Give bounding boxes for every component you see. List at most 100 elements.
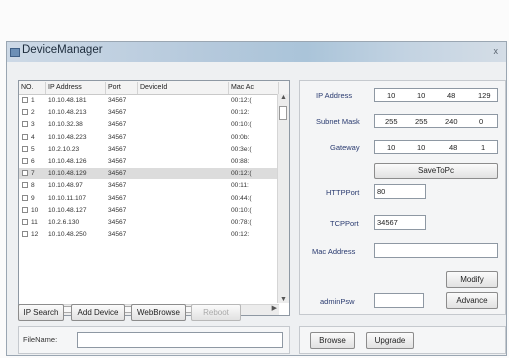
- table-row[interactable]: 11 10.2.6.130 34567 00:78:(: [19, 217, 279, 228]
- column-header-mac[interactable]: Mac Ac: [229, 82, 279, 94]
- subnet-mask-field[interactable]: 255 255 240 0: [374, 114, 498, 128]
- cell-port: 34567: [108, 145, 127, 153]
- ip-address-field[interactable]: 10 10 48 129: [374, 88, 498, 102]
- cell-ip: 10.10.32.38: [48, 121, 83, 129]
- row-checkbox[interactable]: [22, 182, 28, 189]
- browse-button[interactable]: Browse: [310, 332, 355, 349]
- device-manager-window: DeviceManager x NO. IP Address Port Devi…: [6, 41, 507, 356]
- cell-mac: 00:12:(: [231, 97, 252, 104]
- cell-mac: 00:0b:: [231, 133, 250, 141]
- close-icon[interactable]: x: [494, 46, 499, 56]
- column-header-no[interactable]: NO.: [19, 82, 46, 94]
- http-port-field[interactable]: 80: [374, 184, 426, 199]
- cell-port: 34567: [108, 121, 127, 129]
- upgrade-button[interactable]: Upgrade: [366, 332, 414, 349]
- vertical-scrollbar[interactable]: ▲ ▼: [277, 94, 289, 303]
- file-name-field[interactable]: [77, 332, 283, 348]
- row-checkbox[interactable]: [22, 231, 28, 238]
- cell-mac: 00:88:: [231, 158, 250, 165]
- cell-ip: 10.10.48.213: [48, 109, 87, 117]
- cell-ip: 10.10.48.181: [48, 97, 87, 104]
- cell-port: 34567: [108, 206, 127, 214]
- cell-mac: 00:44:(: [231, 194, 252, 202]
- cell-ip: 10.2.10.23: [48, 145, 80, 153]
- gateway-label: Gateway: [330, 143, 360, 152]
- row-checkbox[interactable]: [22, 170, 28, 177]
- cell-no: 8: [31, 182, 35, 190]
- cell-ip: 10.10.48.97: [48, 182, 83, 190]
- row-checkbox[interactable]: [22, 109, 28, 116]
- row-checkbox[interactable]: [22, 145, 28, 152]
- table-row[interactable]: 5 10.2.10.23 34567 00:3e:(: [19, 144, 279, 155]
- mac-address-field[interactable]: [374, 243, 498, 258]
- row-checkbox[interactable]: [22, 206, 28, 213]
- list-header: NO. IP Address Port DeviceId Mac Ac: [19, 81, 289, 95]
- cell-port: 34567: [108, 231, 127, 239]
- scroll-right-icon[interactable]: ▶: [272, 304, 277, 312]
- admin-password-field[interactable]: [374, 293, 424, 308]
- row-checkbox[interactable]: [22, 97, 28, 103]
- column-header-ip[interactable]: IP Address: [46, 82, 106, 94]
- cell-port: 34567: [108, 182, 127, 190]
- table-row[interactable]: 4 10.10.48.223 34567 00:0b:: [19, 132, 279, 143]
- row-checkbox[interactable]: [22, 219, 28, 225]
- scroll-down-icon[interactable]: ▼: [280, 296, 287, 303]
- window-title: DeviceManager: [22, 44, 103, 56]
- cell-mac: 00:10:(: [231, 121, 252, 129]
- column-header-port[interactable]: Port: [106, 82, 138, 94]
- row-checkbox[interactable]: [22, 194, 28, 201]
- table-row[interactable]: 8 10.10.48.97 34567 00:11:: [19, 180, 279, 191]
- modify-button[interactable]: Modify: [446, 271, 498, 288]
- scroll-up-icon[interactable]: ▲: [280, 94, 287, 101]
- upgrade-section: Browse Upgrade: [299, 326, 506, 354]
- table-row[interactable]: 9 10.10.11.107 34567 00:44:(: [19, 193, 279, 204]
- reboot-button[interactable]: Reboot: [191, 304, 241, 321]
- tcp-port-field[interactable]: 34567: [374, 215, 426, 230]
- row-checkbox[interactable]: [22, 158, 28, 164]
- mac-address-label: Mac Address: [312, 247, 356, 256]
- cell-ip: 10.2.6.130: [48, 219, 80, 226]
- cell-port: 34567: [108, 109, 127, 117]
- cell-no: 10: [31, 206, 39, 214]
- app-icon: [10, 48, 20, 57]
- table-row[interactable]: 10 10.10.48.127 34567 00:10:(: [19, 205, 279, 216]
- web-browse-button[interactable]: WebBrowse: [131, 304, 186, 321]
- cell-mac: 00:78:(: [231, 219, 252, 226]
- scroll-thumb[interactable]: [279, 106, 287, 120]
- cell-port: 34567: [108, 158, 127, 165]
- ip-search-button[interactable]: IP Search: [18, 304, 64, 321]
- file-name-label: FileName:: [23, 335, 58, 344]
- cell-no: 9: [31, 194, 35, 202]
- device-list[interactable]: NO. IP Address Port DeviceId Mac Ac 1 10.…: [18, 80, 290, 316]
- table-row[interactable]: 12 10.10.48.250 34567 00:12:: [19, 229, 279, 240]
- cell-port: 34567: [108, 133, 127, 141]
- cell-no: 2: [31, 109, 35, 117]
- table-row[interactable]: 1 10.10.48.181 34567 00:12:(: [19, 95, 279, 106]
- save-to-pc-button[interactable]: SaveToPc: [374, 163, 498, 179]
- file-section: FileName:: [18, 326, 290, 354]
- advance-button[interactable]: Advance: [446, 292, 498, 309]
- table-row[interactable]: 7 10.10.48.129 34567 00:12:(: [19, 168, 279, 180]
- cell-mac: 00:12:: [231, 231, 250, 239]
- cell-mac: 00:11:: [231, 182, 249, 190]
- cell-no: 11: [31, 219, 38, 226]
- row-checkbox[interactable]: [22, 121, 28, 128]
- cell-mac: 00:3e:(: [231, 145, 252, 153]
- add-device-button[interactable]: Add Device: [71, 304, 125, 321]
- table-row[interactable]: 2 10.10.48.213 34567 00:12:: [19, 107, 279, 118]
- cell-no: 5: [31, 145, 35, 153]
- row-checkbox[interactable]: [22, 133, 28, 140]
- cell-no: 3: [31, 121, 35, 129]
- cell-port: 34567: [108, 170, 127, 178]
- title-bar[interactable]: DeviceManager x: [7, 42, 506, 62]
- table-row[interactable]: 6 10.10.48.126 34567 00:88:: [19, 156, 279, 167]
- table-row[interactable]: 3 10.10.32.38 34567 00:10:(: [19, 119, 279, 130]
- ip-address-label: IP Address: [316, 91, 353, 100]
- column-header-device-id[interactable]: DeviceId: [138, 82, 229, 94]
- cell-mac: 00:12:: [231, 109, 250, 117]
- http-port-label: HTTPPort: [326, 188, 360, 197]
- admin-password-label: adminPsw: [320, 297, 355, 306]
- cell-no: 4: [31, 133, 35, 141]
- cell-port: 34567: [108, 219, 127, 226]
- gateway-field[interactable]: 10 10 48 1: [374, 140, 498, 154]
